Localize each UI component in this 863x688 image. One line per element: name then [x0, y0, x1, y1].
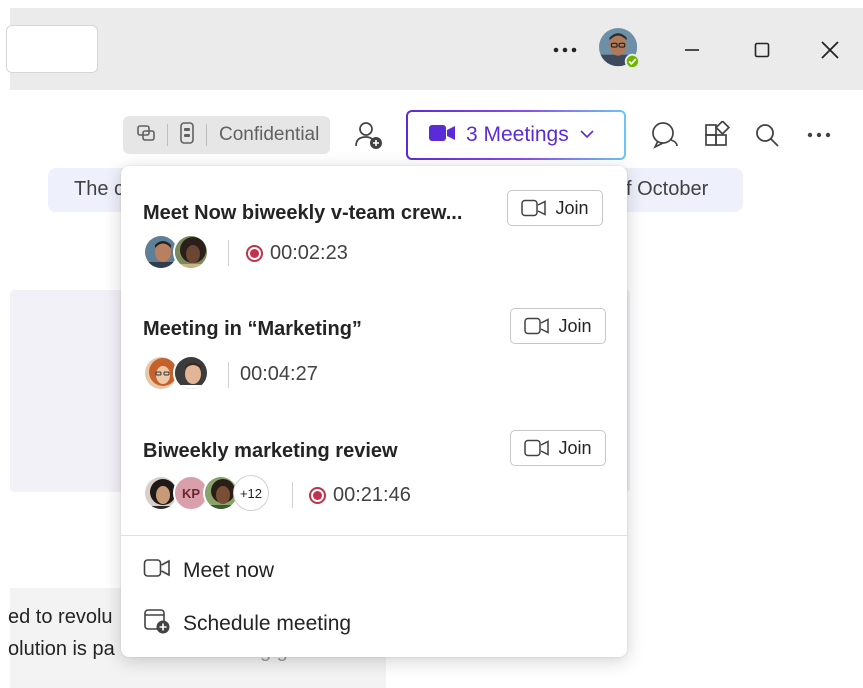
meet-now-label: Meet now [183, 558, 275, 582]
participant-avatars[interactable]: KP +12 [143, 475, 269, 511]
recording-icon [309, 487, 326, 504]
chat-icon[interactable] [648, 118, 682, 152]
search-icon[interactable] [750, 118, 784, 152]
separator [228, 362, 229, 388]
meeting-title: Meet Now biweekly v-team crew... [143, 202, 463, 224]
join-label: Join [558, 315, 592, 336]
message-line-2: olution is pa [8, 638, 115, 660]
meet-now-action[interactable]: Meet now [143, 558, 274, 583]
join-label: Join [555, 197, 589, 218]
join-button[interactable]: Join [510, 430, 606, 466]
video-camera-icon [524, 439, 550, 457]
join-label: Join [558, 437, 592, 458]
meeting-status: 00:04:27 [240, 363, 318, 386]
search-input[interactable] [6, 25, 98, 73]
meeting-status: 00:02:23 [246, 242, 348, 265]
join-button[interactable]: Join [507, 190, 603, 226]
schedule-meeting-label: Schedule meeting [183, 611, 352, 635]
participant-avatar [173, 355, 209, 391]
participant-avatars[interactable] [143, 234, 209, 270]
banner-text-right: f October [626, 178, 709, 200]
meeting-status: 00:21:46 [309, 484, 411, 507]
meetings-popup: Meet Now biweekly v-team crew... Join 00… [121, 166, 627, 657]
title-bar [6, 8, 863, 90]
minimize-icon[interactable] [680, 38, 704, 62]
participant-avatar [173, 234, 209, 270]
apps-icon[interactable] [700, 118, 734, 152]
separator [228, 240, 229, 266]
badge-icon [178, 121, 196, 150]
maximize-icon[interactable] [750, 38, 774, 62]
close-icon[interactable] [816, 36, 844, 64]
video-camera-icon [521, 199, 547, 217]
message-line-1: ed to revolu [8, 606, 113, 628]
video-camera-icon [428, 124, 456, 147]
meeting-item[interactable]: Meet Now biweekly v-team crew... Join 00… [121, 166, 627, 270]
video-camera-icon [524, 317, 550, 335]
meeting-title: Biweekly marketing review [143, 440, 398, 462]
calendar-add-icon [143, 607, 171, 640]
sensitivity-label[interactable]: Confidential [123, 116, 330, 154]
meeting-title: Meeting in “Marketing” [143, 318, 362, 340]
add-people-icon[interactable] [352, 118, 386, 152]
copy-link-icon [135, 122, 157, 149]
participant-avatars[interactable] [143, 355, 209, 391]
popup-divider [121, 535, 627, 536]
pill-divider [206, 124, 207, 146]
video-camera-icon [143, 558, 171, 583]
meetings-dropdown-button[interactable]: 3 Meetings [406, 110, 626, 160]
pill-divider [167, 124, 168, 146]
join-button[interactable]: Join [510, 308, 606, 344]
more-options-icon[interactable] [802, 122, 836, 148]
banner-text-left: The c [74, 178, 125, 200]
chevron-down-icon [579, 126, 595, 144]
more-options-icon[interactable] [550, 38, 580, 62]
user-avatar[interactable] [599, 28, 641, 70]
more-participants-count[interactable]: +12 [233, 475, 269, 511]
status-available-icon [624, 53, 641, 70]
meeting-item[interactable]: Biweekly marketing review Join KP +12 00… [121, 410, 627, 511]
schedule-meeting-action[interactable]: Schedule meeting [143, 607, 351, 640]
meeting-duration: 00:04:27 [240, 363, 318, 385]
separator [292, 482, 293, 508]
sensitivity-label-text: Confidential [219, 124, 320, 145]
recording-icon [246, 245, 263, 262]
meetings-button-label: 3 Meetings [466, 123, 569, 146]
meeting-duration: 00:21:46 [333, 484, 411, 506]
meeting-duration: 00:02:23 [270, 242, 348, 264]
meeting-item[interactable]: Meeting in “Marketing” Join 00:04:27 [121, 288, 627, 391]
